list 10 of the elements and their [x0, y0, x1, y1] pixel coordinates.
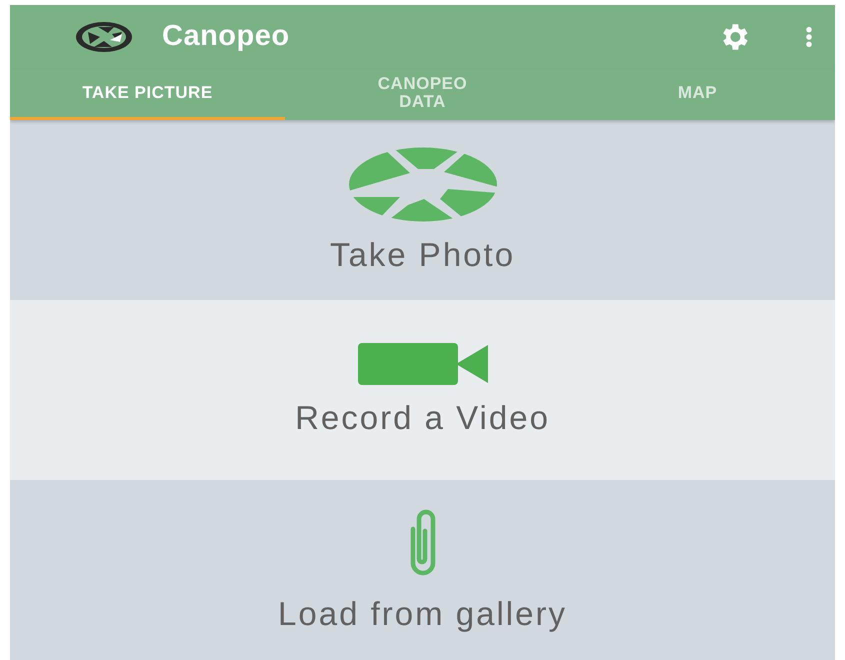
action-label: Take Photo	[330, 236, 516, 274]
action-panel[interactable]: Load from gallery	[10, 480, 835, 660]
video-camera-icon	[358, 343, 488, 385]
action-panel[interactable]: Take Photo	[10, 120, 835, 300]
app-title: Canopeo	[162, 20, 290, 54]
action-panel[interactable]: Record a Video	[10, 300, 835, 480]
action-label: Record a Video	[295, 399, 550, 437]
shutter-icon	[348, 146, 498, 222]
more-options-icon[interactable]	[805, 26, 813, 48]
action-label: Load from gallery	[278, 595, 567, 633]
